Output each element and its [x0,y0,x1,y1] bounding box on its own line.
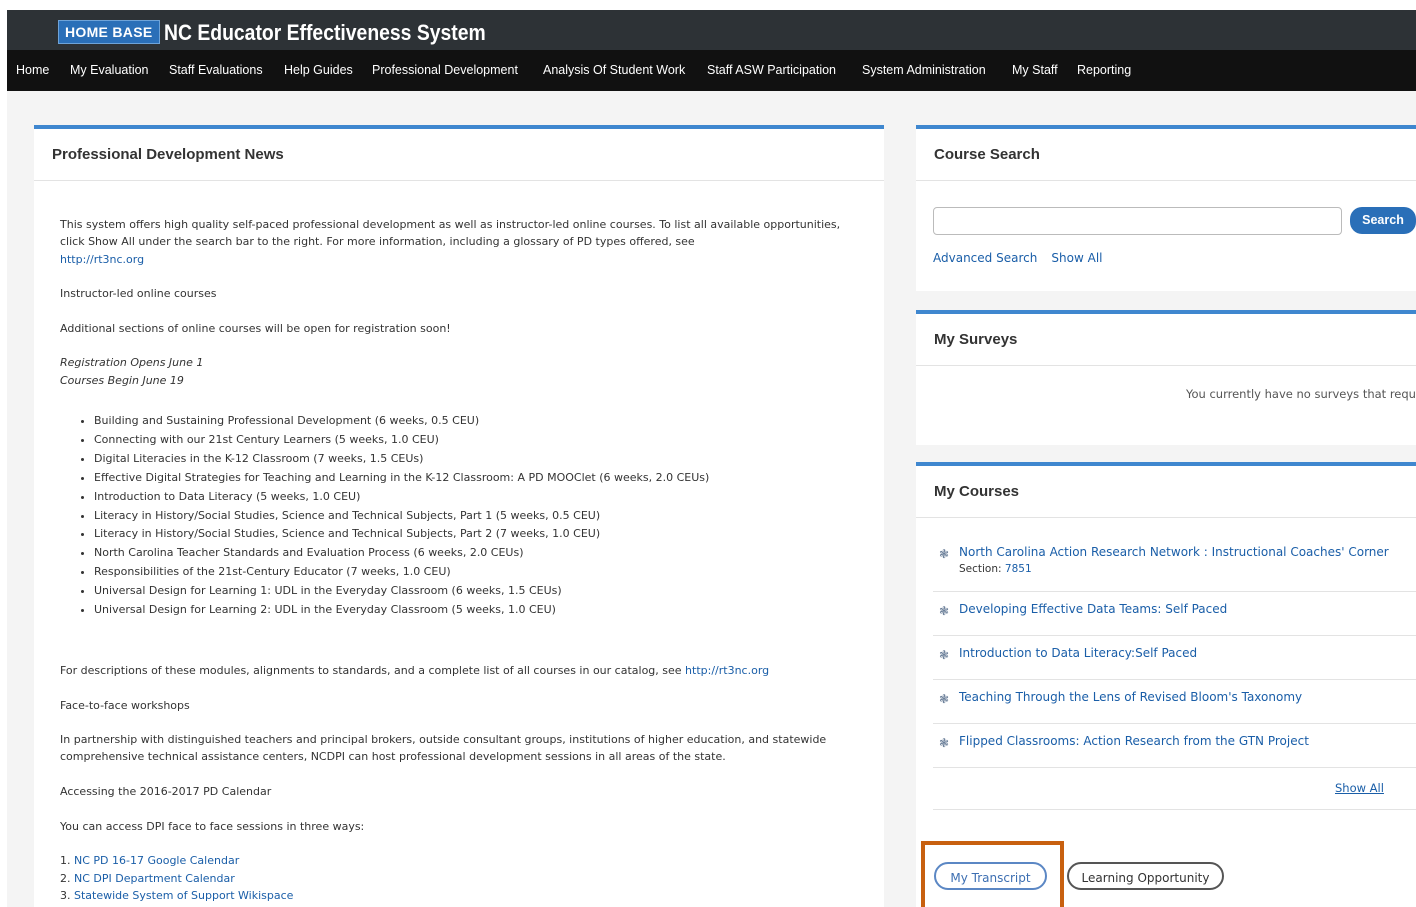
wikispace-link[interactable]: Statewide System of Support Wikispace [74,889,293,902]
courses-begin: Courses Begin June 19 [60,373,184,387]
list-item: Digital Literacies in the K-12 Classroom… [94,450,860,469]
instructor-heading: Instructor-led online courses [60,287,217,301]
nav-help-guides[interactable]: Help Guides [284,50,353,91]
list-item: Effective Digital Strategies for Teachin… [94,469,860,488]
course-icon: ❃ [939,547,950,561]
registration-dates: Registration Opens June 1 Courses Begin J… [60,354,860,389]
list-item: Literacy in History/Social Studies, Scie… [94,525,860,544]
list-item: Literacy in History/Social Studies, Scie… [94,507,860,526]
my-courses-header: My Courses [916,466,1416,518]
course-link[interactable]: Developing Effective Data Teams: Self Pa… [959,602,1227,616]
accessing-calendar: Accessing the 2016-2017 PD Calendar [60,785,272,799]
descriptions-link[interactable]: http://rt3nc.org [685,664,769,677]
app-title: NC Educator Effectiveness System [164,20,486,45]
additional-sections: Additional sections of online courses wi… [60,321,451,335]
partnership-paragraph: In partnership with distinguished teache… [60,733,827,764]
list-item: Introduction to Data Literacy (5 weeks, … [94,488,860,507]
descriptions-paragraph: For descriptions of these modules, align… [60,662,860,679]
main-nav: Home My Evaluation Staff Evaluations Hel… [7,50,1416,91]
show-all-row: Show All [933,767,1416,810]
course-icon: ❃ [939,604,950,618]
descriptions-text: For descriptions of these modules, align… [60,663,682,677]
course-item[interactable]: ❃ Introduction to Data Literacy:Self Pac… [933,635,1416,680]
my-surveys-header: My Surveys [916,314,1416,366]
list-item: North Carolina Teacher Standards and Eva… [94,544,860,563]
course-section: Section: 7851 [959,563,1032,575]
search-button[interactable]: Search [1350,207,1416,234]
course-link[interactable]: Flipped Classrooms: Action Research from… [959,734,1309,748]
way-item: 2. NC DPI Department Calendar [60,870,860,887]
google-calendar-link[interactable]: NC PD 16-17 Google Calendar [74,854,239,867]
course-search-panel: Course Search Search Advanced Search Sho… [916,125,1416,291]
course-icon: ❃ [939,692,950,706]
way-number: 1. [60,854,71,868]
way-item: 1. NC PD 16-17 Google Calendar [60,852,860,869]
pd-news-panel: Professional Development News This syste… [34,125,884,907]
pd-news-header: Professional Development News [34,129,884,181]
section-label: Section: [959,563,1002,575]
way-number: 3. [60,888,71,902]
section-number[interactable]: 7851 [1005,563,1032,575]
nav-staff-asw-participation[interactable]: Staff ASW Participation [707,50,836,91]
list-item: Responsibilities of the 21st-Century Edu… [94,563,860,582]
access-ways: You can access DPI face to face sessions… [60,819,365,833]
course-link[interactable]: Introduction to Data Literacy:Self Paced [959,646,1197,660]
course-search-title: Course Search [934,146,1040,163]
course-link[interactable]: North Carolina Action Research Network :… [959,545,1389,559]
list-item: Connecting with our 21st Century Learner… [94,431,860,450]
home-base-logo[interactable]: HOME BASE [58,20,160,44]
search-links: Advanced Search Show All [933,247,1112,266]
nav-professional-development[interactable]: Professional Development [372,50,518,91]
course-item[interactable]: ❃ Flipped Classrooms: Action Research fr… [933,723,1416,768]
nav-my-staff[interactable]: My Staff [1012,50,1058,91]
nav-staff-evaluations[interactable]: Staff Evaluations [169,50,263,91]
learning-opportunity-button[interactable]: Learning Opportunity [1067,862,1224,890]
top-bar: HOME BASE NC Educator Effectiveness Syst… [7,10,1416,50]
nav-system-administration[interactable]: System Administration [862,50,986,91]
list-item: Building and Sustaining Professional Dev… [94,412,860,431]
my-surveys-title: My Surveys [934,331,1018,348]
app-window: HOME BASE NC Educator Effectiveness Syst… [7,10,1416,907]
intro-paragraph: This system offers high quality self-pac… [60,216,860,268]
show-all-link[interactable]: Show All [1051,251,1102,265]
courses-show-all-link[interactable]: Show All [1335,781,1384,795]
course-item[interactable]: ❃ Teaching Through the Lens of Revised B… [933,679,1416,724]
course-link[interactable]: Teaching Through the Lens of Revised Blo… [959,690,1302,704]
surveys-message: You currently have no surveys that requi… [1186,387,1416,401]
pd-news-title: Professional Development News [52,146,284,163]
my-courses-title: My Courses [934,483,1020,500]
my-transcript-button[interactable]: My Transcript [934,862,1047,890]
course-list: Building and Sustaining Professional Dev… [60,412,860,620]
course-item[interactable]: ❃ North Carolina Action Research Network… [933,541,1416,592]
list-item: Universal Design for Learning 1: UDL in … [94,582,860,601]
registration-opens: Registration Opens June 1 [60,356,204,370]
course-icon: ❃ [939,736,950,750]
course-item[interactable]: ❃ Developing Effective Data Teams: Self … [933,591,1416,636]
nav-analysis-of-student-work[interactable]: Analysis Of Student Work [543,50,685,91]
dpi-calendar-link[interactable]: NC DPI Department Calendar [74,872,235,885]
way-number: 2. [60,871,71,885]
course-icon: ❃ [939,648,950,662]
course-search-input[interactable] [933,207,1342,235]
intro-link[interactable]: http://rt3nc.org [60,253,144,266]
pd-news-body: This system offers high quality self-pac… [60,216,860,904]
list-item: Universal Design for Learning 2: UDL in … [94,601,860,620]
nav-reporting[interactable]: Reporting [1077,50,1131,91]
nav-my-evaluation[interactable]: My Evaluation [70,50,149,91]
face-to-face-heading: Face-to-face workshops [60,698,190,712]
my-surveys-panel: My Surveys You currently have no surveys… [916,310,1416,445]
advanced-search-link[interactable]: Advanced Search [933,251,1037,265]
intro-text: This system offers high quality self-pac… [60,218,841,249]
nav-home[interactable]: Home [16,50,49,91]
ways-list: 1. NC PD 16-17 Google Calendar 2. NC DPI… [60,852,860,904]
way-item: 3. Statewide System of Support Wikispace [60,887,860,904]
course-search-header: Course Search [916,129,1416,181]
